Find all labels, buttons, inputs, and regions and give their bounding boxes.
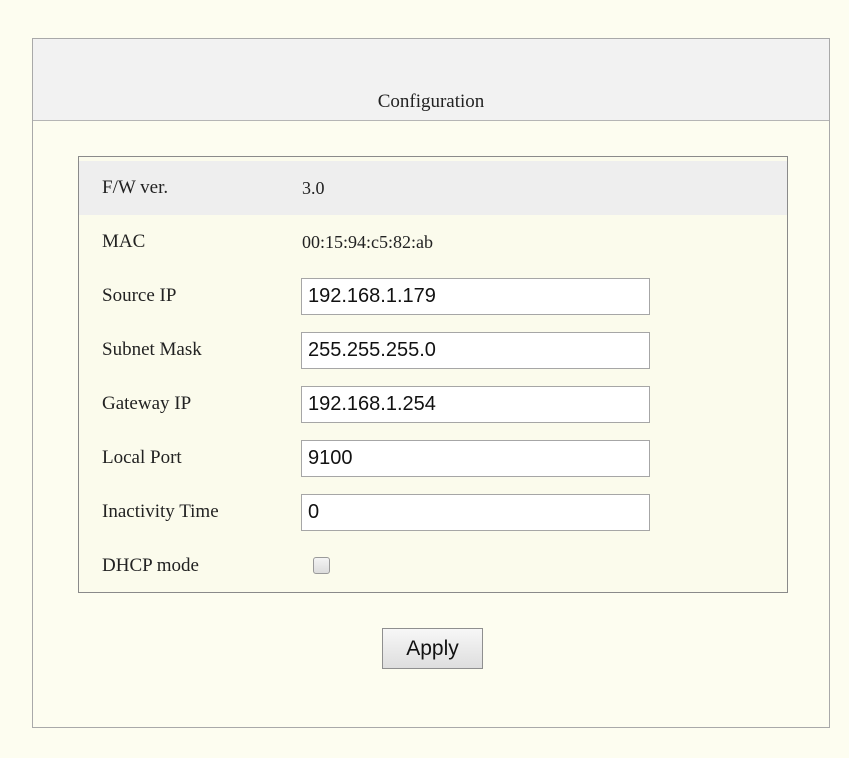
- subnet-mask-input[interactable]: [301, 332, 650, 369]
- local-port-input[interactable]: [301, 440, 650, 477]
- dhcp-mode-checkbox[interactable]: [313, 557, 330, 574]
- configuration-form: F/W ver. 3.0 MAC 00:15:94:c5:82:ab Sourc…: [78, 156, 788, 593]
- local-port-label: Local Port: [102, 447, 182, 468]
- subnet-mask-row: Subnet Mask: [79, 323, 787, 377]
- inactivity-time-row: Inactivity Time: [79, 485, 787, 539]
- source-ip-row: Source IP: [79, 269, 787, 323]
- source-ip-input[interactable]: [301, 278, 650, 315]
- mac-row: MAC 00:15:94:c5:82:ab: [79, 215, 787, 269]
- gateway-ip-label: Gateway IP: [102, 393, 192, 414]
- dhcp-mode-label: DHCP mode: [102, 555, 199, 576]
- inactivity-time-label: Inactivity Time: [102, 501, 219, 522]
- local-port-row: Local Port: [79, 431, 787, 485]
- apply-button[interactable]: Apply: [382, 628, 483, 669]
- panel-header: Configuration: [33, 39, 829, 121]
- gateway-ip-input[interactable]: [301, 386, 650, 423]
- gateway-ip-row: Gateway IP: [79, 377, 787, 431]
- firmware-version-value: 3.0: [302, 177, 325, 198]
- configuration-panel: Configuration F/W ver. 3.0 MAC 00:15:94:…: [32, 38, 830, 728]
- mac-value: 00:15:94:c5:82:ab: [302, 231, 433, 252]
- dhcp-mode-row: DHCP mode: [79, 539, 787, 593]
- source-ip-label: Source IP: [102, 285, 177, 306]
- firmware-version-label: F/W ver.: [102, 177, 169, 198]
- mac-label: MAC: [102, 231, 146, 252]
- firmware-version-row: F/W ver. 3.0: [79, 161, 787, 215]
- inactivity-time-input[interactable]: [301, 494, 650, 531]
- page-title: Configuration: [377, 91, 485, 112]
- subnet-mask-label: Subnet Mask: [102, 339, 202, 360]
